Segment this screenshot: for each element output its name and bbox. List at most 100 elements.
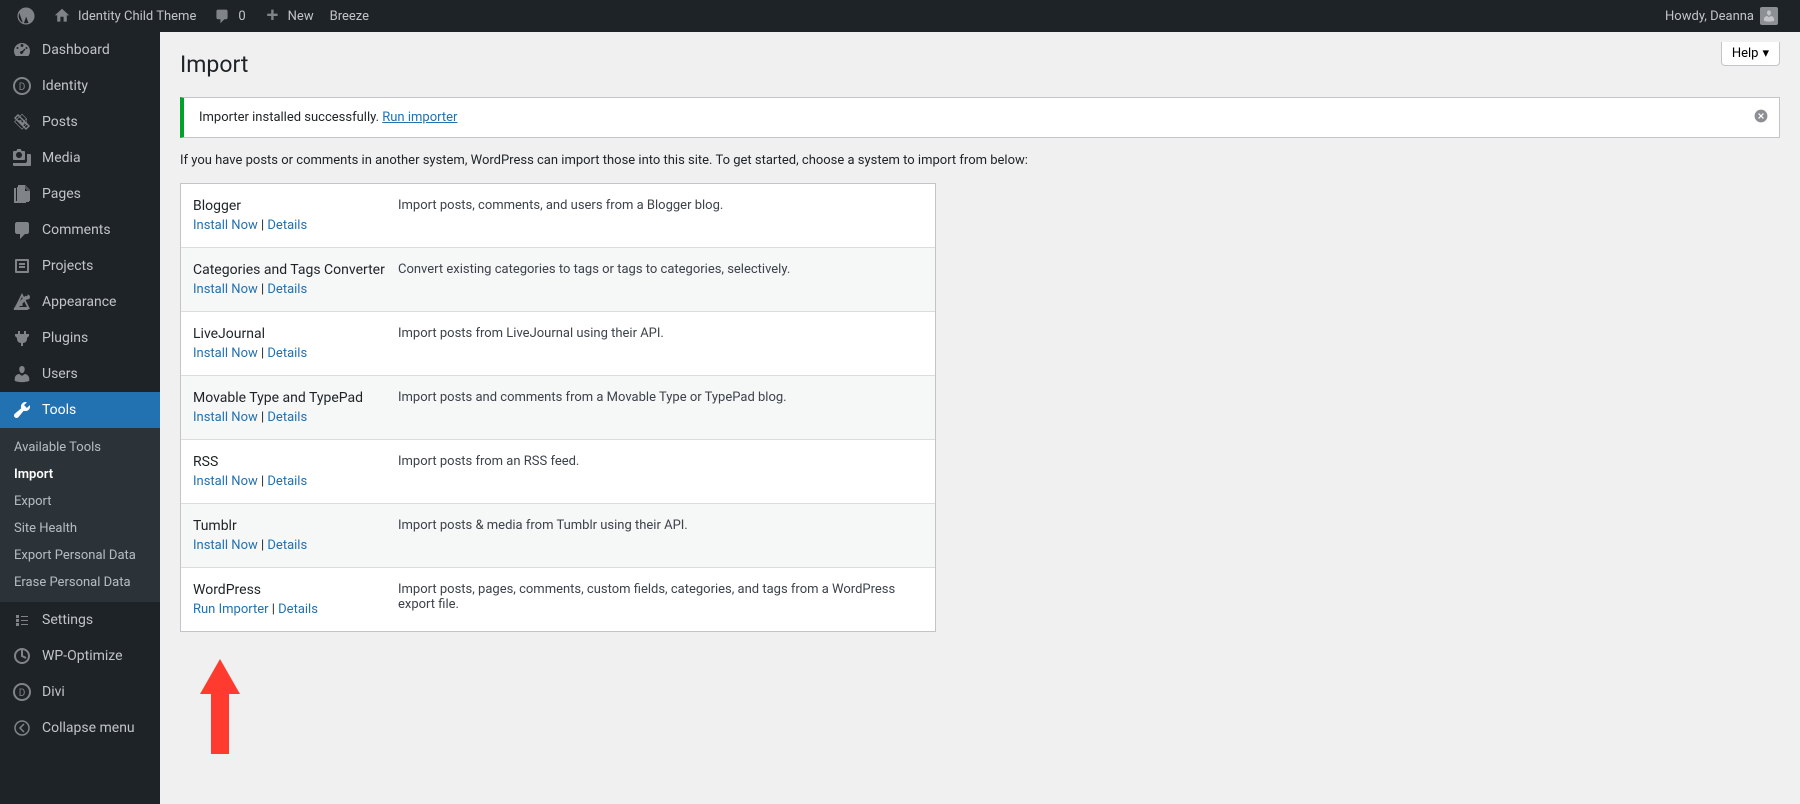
new-content-link[interactable]: New (254, 0, 322, 32)
intro-text: If you have posts or comments in another… (180, 153, 1780, 168)
menu-label: Plugins (42, 330, 88, 346)
submenu-item-available-tools[interactable]: Available Tools (0, 434, 160, 461)
install-now-link[interactable]: Install Now (193, 538, 258, 553)
details-link[interactable]: Details (267, 538, 307, 553)
comments-count: 0 (238, 9, 245, 24)
importer-name-cell: Tumblr Install Now | Details (193, 518, 398, 553)
submenu-item-export-personal-data[interactable]: Export Personal Data (0, 542, 160, 569)
menu-item-media[interactable]: Media (0, 140, 160, 176)
menu-item-identity[interactable]: DIdentity (0, 68, 160, 104)
pages-icon (12, 184, 32, 204)
details-link[interactable]: Details (278, 602, 318, 617)
users-icon (12, 364, 32, 384)
menu-label: Projects (42, 258, 93, 274)
help-label: Help (1732, 46, 1759, 61)
admin-bar-right: Howdy, Deanna (1657, 0, 1792, 32)
admin-bar-left: Identity Child Theme 0 New Breeze (8, 0, 377, 32)
menu-label: Collapse menu (42, 720, 135, 736)
menu-item-posts[interactable]: Posts (0, 104, 160, 140)
importer-description: Import posts & media from Tumblr using t… (398, 518, 923, 553)
menu-item-pages[interactable]: Pages (0, 176, 160, 212)
home-icon (52, 6, 72, 26)
menu-label: Appearance (42, 294, 116, 310)
media-icon (12, 148, 32, 168)
settings-icon (12, 610, 32, 630)
importer-description: Import posts from LiveJournal using thei… (398, 326, 923, 361)
svg-text:D: D (19, 688, 26, 699)
menu-label: Users (42, 366, 78, 382)
menu-item-divi[interactable]: DDivi (0, 674, 160, 710)
install-now-link[interactable]: Install Now (193, 346, 258, 361)
menu-item-dashboard[interactable]: Dashboard (0, 32, 160, 68)
menu-item-plugins[interactable]: Plugins (0, 320, 160, 356)
collapse-icon (12, 718, 32, 738)
importer-name-cell: Movable Type and TypePadInstall Now | De… (193, 390, 398, 425)
menu-item-wp-optimize[interactable]: WP-Optimize (0, 638, 160, 674)
menu-label: Posts (42, 114, 78, 130)
submenu-item-export[interactable]: Export (0, 488, 160, 515)
wp-logo[interactable] (8, 0, 44, 32)
details-link[interactable]: Details (267, 410, 307, 425)
menu-item-comments[interactable]: Comments (0, 212, 160, 248)
admin-bar: Identity Child Theme 0 New Breeze Howdy,… (0, 0, 1800, 32)
install-now-link[interactable]: Install Now (193, 474, 258, 489)
action-separator: | (258, 538, 268, 553)
importer-actions: Install Now | Details (193, 538, 398, 553)
details-link[interactable]: Details (267, 474, 307, 489)
importer-title: Categories and Tags Converter (193, 262, 398, 278)
submenu-item-erase-personal-data[interactable]: Erase Personal Data (0, 569, 160, 596)
action-separator: | (258, 218, 268, 233)
svg-text:D: D (19, 82, 26, 93)
importer-title: LiveJournal (193, 326, 398, 342)
comment-icon (212, 6, 232, 26)
my-account-link[interactable]: Howdy, Deanna (1657, 0, 1786, 32)
comments-link[interactable]: 0 (204, 0, 253, 32)
submenu-item-import[interactable]: Import (0, 461, 160, 488)
help-button[interactable]: Help ▾ (1721, 42, 1780, 66)
wordpress-icon (16, 6, 36, 26)
details-link[interactable]: Details (267, 346, 307, 361)
menu-label: Dashboard (42, 42, 110, 58)
tools-icon (12, 400, 32, 420)
importer-description: Import posts from an RSS feed. (398, 454, 923, 489)
importer-row-movable-type-and-typepad: Movable Type and TypePadInstall Now | De… (181, 376, 935, 440)
install-now-link[interactable]: Install Now (193, 218, 258, 233)
submenu-item-site-health[interactable]: Site Health (0, 515, 160, 542)
details-link[interactable]: Details (267, 282, 307, 297)
menu-item-appearance[interactable]: Appearance (0, 284, 160, 320)
success-notice: Importer installed successfully. Run imp… (180, 97, 1780, 138)
menu-item-users[interactable]: Users (0, 356, 160, 392)
menu-label: WP-Optimize (42, 648, 123, 664)
details-link[interactable]: Details (267, 218, 307, 233)
importer-name-cell: LiveJournalInstall Now | Details (193, 326, 398, 361)
importer-description: Import posts, pages, comments, custom fi… (398, 582, 923, 617)
menu-item-tools[interactable]: Tools (0, 392, 160, 428)
howdy-text: Howdy, Deanna (1665, 9, 1754, 24)
importer-name-cell: BloggerInstall Now | Details (193, 198, 398, 233)
action-separator: | (258, 410, 268, 425)
importer-row-categories-and-tags-converter: Categories and Tags Converter Install Now… (181, 248, 935, 312)
dismiss-notice-button[interactable] (1753, 108, 1769, 128)
divi-icon: D (12, 682, 32, 702)
plugins-icon (12, 328, 32, 348)
user-avatar (1760, 7, 1778, 25)
main-content: Help ▾ Import Importer installed success… (160, 32, 1800, 672)
close-icon (1753, 108, 1769, 124)
importer-actions: Install Now | Details (193, 282, 398, 297)
breeze-link[interactable]: Breeze (322, 0, 377, 32)
tools-submenu: Available ToolsImportExportSite HealthEx… (0, 428, 160, 602)
importer-actions: Run Importer | Details (193, 602, 398, 617)
run-importer-link[interactable]: Run importer (382, 110, 457, 125)
menu-label: Media (42, 150, 81, 166)
chevron-down-icon: ▾ (1762, 46, 1769, 61)
menu-item-collapse-menu[interactable]: Collapse menu (0, 710, 160, 746)
menu-item-settings[interactable]: Settings (0, 602, 160, 638)
comments-icon (12, 220, 32, 240)
install-now-link[interactable]: Install Now (193, 282, 258, 297)
site-name-link[interactable]: Identity Child Theme (44, 0, 204, 32)
importer-title: Tumblr (193, 518, 398, 534)
run-importer-link[interactable]: Run Importer (193, 602, 269, 617)
install-now-link[interactable]: Install Now (193, 410, 258, 425)
wpoptimize-icon (12, 646, 32, 666)
menu-item-projects[interactable]: Projects (0, 248, 160, 284)
